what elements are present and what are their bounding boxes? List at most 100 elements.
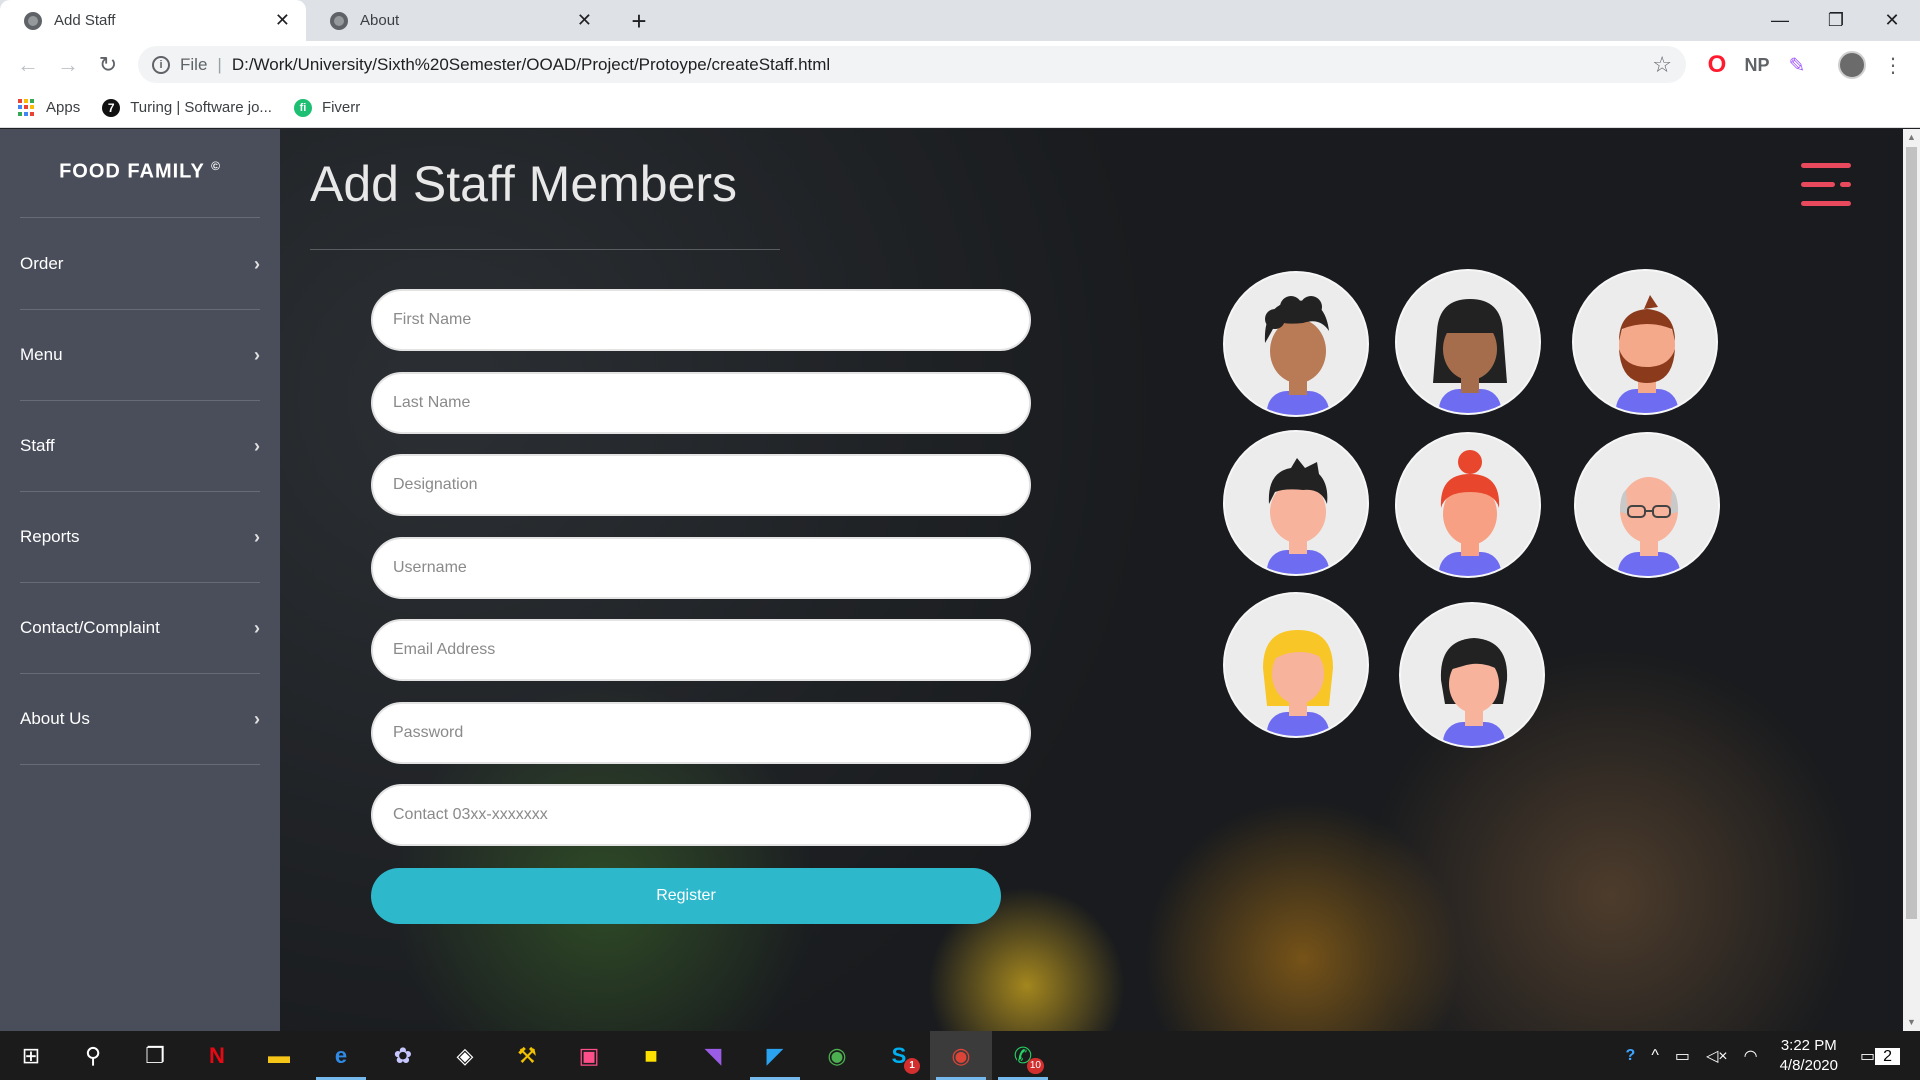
kebab-menu-icon[interactable]: ⋮ <box>1878 50 1908 80</box>
volume-muted-icon[interactable]: ◁× <box>1698 1046 1736 1066</box>
sidebar-item-staff[interactable]: Staff › <box>20 401 260 492</box>
bookmark-label: Apps <box>46 99 81 116</box>
chrome-active-icon[interactable]: ◉ <box>930 1031 992 1080</box>
sidebar-item-label: Order <box>20 254 64 273</box>
skype-badge: 1 <box>904 1058 920 1074</box>
task-view-icon[interactable]: ❐ <box>124 1031 186 1080</box>
email-input[interactable] <box>371 619 1031 681</box>
new-tab-button[interactable]: + <box>624 6 654 37</box>
scrollbar-thumb[interactable] <box>1906 147 1917 919</box>
search-icon[interactable]: ⚲ <box>62 1031 124 1080</box>
register-button[interactable]: Register <box>371 868 1001 924</box>
page-scrollbar[interactable]: ▲ ▼ <box>1903 129 1920 1031</box>
sidebar-item-reports[interactable]: Reports › <box>20 492 260 583</box>
sidebar: FOOD FAMILY © Order › Menu › Staff › Rep… <box>0 129 280 1031</box>
reload-icon[interactable]: ↻ <box>88 45 128 85</box>
url-text[interactable]: D:/Work/University/Sixth%20Semester/OOAD… <box>232 55 830 75</box>
sidebar-item-menu[interactable]: Menu › <box>20 310 260 401</box>
address-bar[interactable]: i File | D:/Work/University/Sixth%20Seme… <box>138 46 1686 83</box>
pinned-app-icon[interactable]: ⚒ <box>496 1031 558 1080</box>
avatar-blonde-woman[interactable] <box>1223 592 1369 738</box>
scroll-up-icon[interactable]: ▲ <box>1903 129 1920 146</box>
chevron-right-icon: › <box>254 435 260 456</box>
back-arrow-icon[interactable]: ← <box>8 45 48 85</box>
whatsapp-badge: 10 <box>1026 1058 1044 1074</box>
visual-studio-icon[interactable]: ◥ <box>682 1031 744 1080</box>
clock[interactable]: 3:22 PM 4/8/2020 <box>1766 1036 1852 1076</box>
paint-icon[interactable]: ✿ <box>372 1031 434 1080</box>
bookmark-star-icon[interactable]: ☆ <box>1652 52 1672 78</box>
avatar-dark-bob-woman[interactable] <box>1399 602 1545 748</box>
main-content: Add Staff Members Register <box>280 129 1903 1031</box>
tab-add-staff[interactable]: Add Staff ✕ <box>0 0 306 41</box>
windows-start-icon[interactable]: ⊞ <box>0 1031 62 1080</box>
close-tab-icon[interactable]: ✕ <box>275 10 290 31</box>
password-input[interactable] <box>371 702 1031 764</box>
chevron-right-icon: › <box>254 617 260 638</box>
file-explorer-icon[interactable]: ▬ <box>248 1031 310 1080</box>
globe-icon <box>24 11 42 30</box>
system-tray: ? ^ ▭ ◁× ◠ 3:22 PM 4/8/2020 ▭ 2 <box>1618 1031 1920 1080</box>
bookmark-apps[interactable]: Apps <box>18 98 81 117</box>
sidebar-item-about-us[interactable]: About Us › <box>20 674 260 765</box>
whatsapp-icon[interactable]: ✆ 10 <box>992 1031 1054 1080</box>
bookmark-fiverr[interactable]: fi Fiverr <box>293 98 360 117</box>
restore-icon[interactable]: ❐ <box>1808 0 1864 41</box>
pen-extension-icon[interactable]: ✎ <box>1782 50 1812 80</box>
last-name-input[interactable] <box>371 372 1031 434</box>
avatar-bearded-man[interactable] <box>1572 269 1718 415</box>
scroll-down-icon[interactable]: ▼ <box>1903 1014 1920 1031</box>
chevron-right-icon: › <box>254 344 260 365</box>
contact-input[interactable] <box>371 784 1031 846</box>
sidebar-item-contact-complaint[interactable]: Contact/Complaint › <box>20 583 260 674</box>
notifications-icon[interactable]: ▭ 2 <box>1852 1046 1920 1066</box>
opera-extension-icon[interactable]: O <box>1702 50 1732 80</box>
forward-arrow-icon[interactable]: → <box>48 45 88 85</box>
info-icon[interactable]: i <box>152 55 170 74</box>
chrome-icon[interactable]: ◉ <box>806 1031 868 1080</box>
chevron-right-icon: › <box>254 708 260 729</box>
vscode-icon[interactable]: ◤ <box>744 1031 806 1080</box>
tab-title: About <box>360 12 400 29</box>
avatar-black-hair-woman[interactable] <box>1395 269 1541 415</box>
sidebar-item-label: Contact/Complaint <box>20 618 160 637</box>
sidebar-item-label: Menu <box>20 345 63 364</box>
hamburger-menu-icon[interactable] <box>1801 163 1851 207</box>
divider <box>310 249 780 250</box>
designation-input[interactable] <box>371 454 1031 516</box>
page-viewport: FOOD FAMILY © Order › Menu › Staff › Rep… <box>0 129 1920 1031</box>
tab-title: Add Staff <box>54 12 116 29</box>
netflix-icon[interactable]: N <box>186 1031 248 1080</box>
help-icon[interactable]: ? <box>1618 1047 1644 1065</box>
avatar-red-bun-woman[interactable] <box>1395 432 1541 578</box>
close-tab-icon[interactable]: ✕ <box>577 10 592 31</box>
unity-icon[interactable]: ◈ <box>434 1031 496 1080</box>
sticky-notes-icon[interactable]: ■ <box>620 1031 682 1080</box>
first-name-input[interactable] <box>371 289 1031 351</box>
tab-about[interactable]: About ✕ <box>306 0 608 41</box>
chevron-up-icon[interactable]: ^ <box>1643 1047 1667 1065</box>
notifications-badge: 2 <box>1875 1047 1900 1065</box>
battery-icon[interactable]: ▭ <box>1667 1046 1698 1066</box>
clock-time: 3:22 PM <box>1780 1036 1837 1054</box>
sidebar-item-label: Reports <box>20 527 80 546</box>
np-extension-icon[interactable]: NP <box>1742 50 1772 80</box>
window-close-icon[interactable]: ✕ <box>1864 0 1920 41</box>
bookmark-turing[interactable]: 7 Turing | Software jo... <box>102 98 272 117</box>
jetbrains-icon[interactable]: ▣ <box>558 1031 620 1080</box>
avatar-bald-glasses-man[interactable] <box>1574 432 1720 578</box>
edge-icon[interactable]: e <box>310 1031 372 1080</box>
turing-icon: 7 <box>102 98 121 117</box>
bookmarks-bar: Apps 7 Turing | Software jo... fi Fiverr <box>0 88 1920 128</box>
browser-toolbar: ← → ↻ i File | D:/Work/University/Sixth%… <box>0 41 1920 88</box>
avatar-spiky-hair-boy[interactable] <box>1223 430 1369 576</box>
clock-date: 4/8/2020 <box>1779 1056 1838 1074</box>
divider <box>20 217 260 218</box>
wifi-icon[interactable]: ◠ <box>1736 1046 1766 1066</box>
avatar-curly-hair-man[interactable] <box>1223 271 1369 417</box>
skype-icon[interactable]: S1 <box>868 1031 930 1080</box>
profile-avatar[interactable] <box>1838 51 1866 79</box>
username-input[interactable] <box>371 537 1031 599</box>
sidebar-item-order[interactable]: Order › <box>20 219 260 310</box>
minimize-icon[interactable]: — <box>1752 0 1808 41</box>
